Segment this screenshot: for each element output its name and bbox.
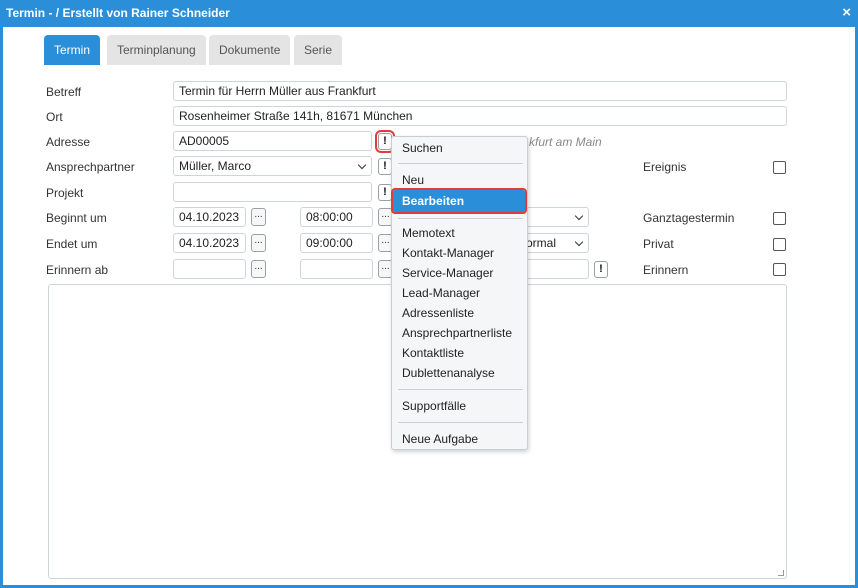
menu-item-suchen[interactable]: Suchen [402,141,443,155]
tab-terminplanung[interactable]: Terminplanung [107,35,206,65]
beginnt-label: Beginnt um [46,211,107,225]
menu-separator [398,218,523,219]
menu-item-kontaktliste[interactable]: Kontaktliste [402,346,464,360]
tab-dokumente[interactable]: Dokumente [209,35,291,65]
tab-termin[interactable]: Termin [44,35,101,65]
title-bar: Termin - / Erstellt von Rainer Schneider… [0,0,858,27]
priority-select[interactable]: ormal [525,233,589,253]
beginnt-time-input[interactable]: 08:00:00 [300,207,373,227]
ort-input[interactable]: Rosenheimer Straße 141h, 81671 München [173,106,787,126]
erinnern-label: Erinnern [643,263,689,277]
erinnern-checkbox[interactable] [773,263,786,276]
projekt-action-button[interactable]: ! [378,184,392,201]
endet-date-picker-button[interactable]: ... [251,234,266,252]
projekt-input[interactable] [173,182,372,202]
erinnern-ab-time-input[interactable] [300,259,373,279]
resize-grip-icon[interactable] [778,570,784,576]
menu-item-supportfaelle[interactable]: Supportfälle [402,399,466,413]
ansprechpartner-action-button[interactable]: ! [378,158,392,175]
ansprechpartner-label: Ansprechpartner [46,160,135,174]
erinnern-ab-label: Erinnern ab [46,263,109,277]
erinnern-extra-input[interactable] [525,259,589,279]
projekt-label: Projekt [46,186,84,200]
menu-separator [398,422,523,423]
erinnern-action-button[interactable]: ! [594,261,608,278]
menu-separator [398,389,523,390]
menu-separator [398,163,523,164]
ereignis-label: Ereignis [643,160,687,174]
menu-item-dublettenanalyse[interactable]: Dublettenanalyse [402,366,495,380]
menu-item-neue-aufgabe[interactable]: Neue Aufgabe [402,432,478,446]
menu-item-kontakt-manager[interactable]: Kontakt-Manager [402,246,494,260]
adresse-context-menu: Suchen Neu Bearbeiten Memotext Kontakt-M… [391,136,528,450]
erinnern-ab-date-picker-button[interactable]: ... [251,260,266,278]
adresse-label: Adresse [46,135,91,149]
menu-item-service-manager[interactable]: Service-Manager [402,266,493,280]
tab-serie[interactable]: Serie [294,35,343,65]
ereignis-checkbox[interactable] [773,161,786,174]
ganztagestermin-checkbox[interactable] [773,212,786,225]
privat-label: Privat [643,237,674,251]
endet-label: Endet um [46,237,98,251]
erinnern-ab-date-input[interactable] [173,259,246,279]
privat-checkbox[interactable] [773,238,786,251]
adresse-action-button[interactable]: ! [375,130,395,153]
beginnt-date-input[interactable]: 04.10.2023 [173,207,246,227]
ganztagestermin-label: Ganztagestermin [643,211,735,225]
menu-item-memotext[interactable]: Memotext [402,226,455,240]
endet-time-input[interactable]: 09:00:00 [300,233,373,253]
menu-item-adressenliste[interactable]: Adressenliste [402,306,474,320]
close-icon[interactable]: × [842,5,851,21]
endet-date-input[interactable]: 04.10.2023 [173,233,246,253]
menu-item-bearbeiten[interactable]: Bearbeiten [391,188,527,214]
betreff-label: Betreff [46,85,82,99]
ansprechpartner-select[interactable]: Müller, Marco [173,156,372,176]
betreff-input[interactable]: Termin für Herrn Müller aus Frankfurt [173,81,787,101]
ort-label: Ort [46,110,63,124]
menu-item-ansprechpartnerliste[interactable]: Ansprechpartnerliste [402,326,512,340]
adresse-city-hint: kfurt am Main [529,135,602,149]
menu-item-lead-manager[interactable]: Lead-Manager [402,286,480,300]
window-title: Termin - / Erstellt von Rainer Schneider [6,6,230,20]
beginnt-extra-select[interactable] [525,207,589,227]
adresse-input[interactable]: AD00005 [173,131,372,151]
beginnt-date-picker-button[interactable]: ... [251,208,266,226]
menu-item-neu[interactable]: Neu [402,173,424,187]
